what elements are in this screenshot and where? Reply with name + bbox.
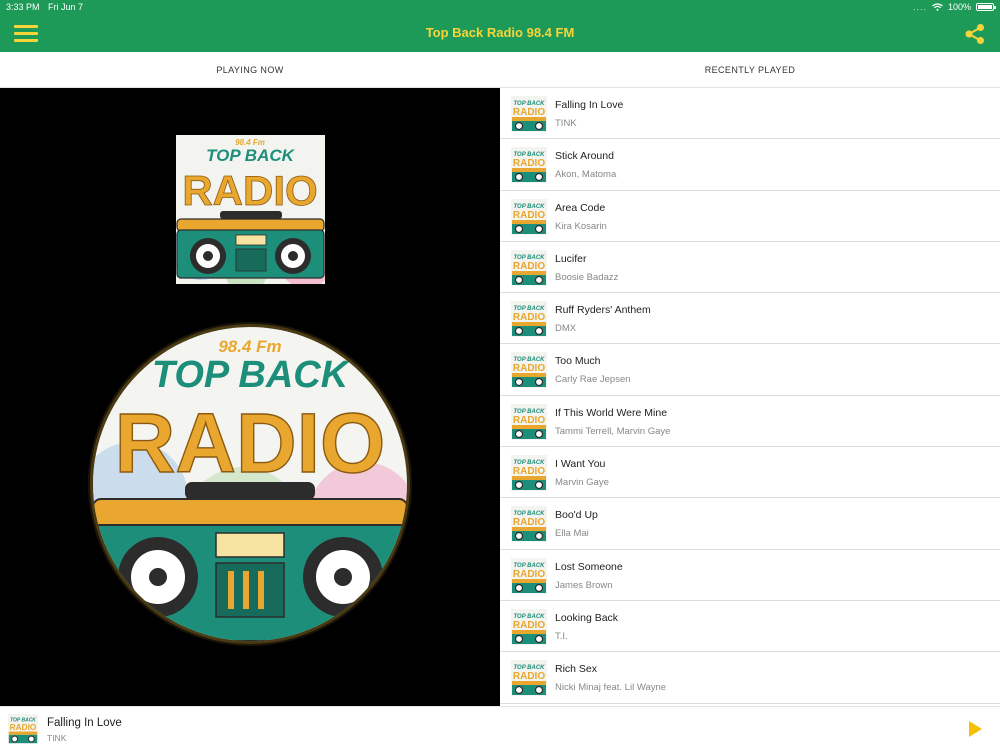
player-artist: TINK <box>47 733 67 743</box>
track-title: Rich Sex <box>555 663 598 676</box>
circle-logo-text-main: RADIO <box>115 396 386 490</box>
track-thumbnail: TOP BACKRADIO <box>511 608 547 645</box>
recently-played-item[interactable]: TOP BACK RADIO Too Much Carly Rae Jepsen <box>500 344 1000 396</box>
wifi-icon <box>932 3 943 11</box>
status-right: .... 100% <box>912 2 996 12</box>
track-thumbnail: TOP BACKRADIO <box>511 506 547 543</box>
svg-text:RADIO: RADIO <box>513 210 545 221</box>
track-artist: DMX <box>555 323 577 335</box>
track-thumbnail: TOP BACKRADIO <box>511 301 547 338</box>
tab-bar: PLAYING NOW RECENTLY PLAYED <box>0 52 1000 88</box>
svg-text:RADIO: RADIO <box>513 363 545 374</box>
track-title: Lucifer <box>555 252 587 265</box>
svg-text:RADIO: RADIO <box>513 415 545 426</box>
svg-text:RADIO: RADIO <box>513 158 545 169</box>
svg-text:RADIO: RADIO <box>513 107 545 118</box>
track-title: Boo'd Up <box>555 509 598 522</box>
share-icon[interactable] <box>964 23 986 45</box>
recently-played-item[interactable]: TOP BACK RADIO Rich Sex Nicki Minaj feat. L… <box>500 652 1000 704</box>
mini-player[interactable]: TOP BACK RADIO Falling In Love TINK <box>0 706 1000 750</box>
track-thumbnail: TOP BACKRADIO <box>511 557 547 594</box>
track-artist: Boosie Badazz <box>555 271 619 283</box>
recently-played-list: TOP BACK RADIO Falling In Love TINK TOP BACK… <box>500 88 1000 706</box>
track-artist: TINK <box>555 118 577 129</box>
svg-text:RADIO: RADIO <box>513 261 545 272</box>
svg-text:RADIO: RADIO <box>513 517 545 528</box>
player-song-title: Falling In Love <box>47 717 122 729</box>
track-thumbnail: TOP BACKRADIO <box>511 249 547 286</box>
status-date: Fri Jun 7 <box>48 2 84 12</box>
track-title: Too Much <box>555 355 601 368</box>
track-artist: Nicki Minaj feat. Lil Wayne <box>555 682 667 694</box>
svg-text:RADIO: RADIO <box>10 722 37 732</box>
track-title: Ruff Ryders' Anthem <box>555 304 651 317</box>
album-art-circle: 98.4 Fm TOP BACK RADIO <box>90 324 410 644</box>
track-thumbnail: TOP BACKRADIO <box>511 660 547 697</box>
logo-text-main: RADIO <box>182 167 317 214</box>
recently-played-item[interactable]: TOP BACK RADIO If This World Were Mine Tamm… <box>500 396 1000 448</box>
track-title: Falling In Love <box>555 99 624 111</box>
playing-now-panel: 98.4 Fm TOP BACK RADIO 98.4 Fm TOP BACK … <box>0 88 500 706</box>
tab-recently-played[interactable]: RECENTLY PLAYED <box>500 52 1000 88</box>
radio-app: 3:33 PM Fri Jun 7 .... 100% Top Back Rad… <box>0 0 1000 750</box>
album-art-square: 98.4 Fm TOP BACK RADIO <box>176 135 325 284</box>
track-title: Stick Around <box>555 150 614 163</box>
recently-played-item[interactable]: TOP BACK RADIO Falling In Love TINK <box>500 88 1000 140</box>
player-thumbnail: TOP BACK RADIO <box>8 714 38 744</box>
track-artist: Kira Kosarin <box>555 220 607 232</box>
track-artist: Akon, Matoma <box>555 169 617 181</box>
track-thumbnail: TOP BACKRADIO <box>511 198 547 235</box>
track-artist: Carly Rae Jepsen <box>555 374 631 386</box>
page-title: Top Back Radio 98.4 FM <box>425 25 575 40</box>
recently-played-item[interactable]: TOP BACK RADIO Ruff Ryders' Anthem DMX <box>500 293 1000 345</box>
track-title: If This World Were Mine <box>555 406 668 419</box>
track-title: Area Code <box>555 201 606 214</box>
status-time: 3:33 PM <box>6 2 40 12</box>
recently-played-item[interactable]: TOP BACK RADIO Lucifer Boosie Badazz <box>500 242 1000 294</box>
recently-played-item[interactable]: TOP BACK RADIO Stick Around Akon, Matoma <box>500 139 1000 191</box>
track-thumbnail: TOP BACKRADIO <box>511 352 547 389</box>
track-thumbnail: TOP BACKRADIO <box>511 96 547 132</box>
app-header: 3:33 PM Fri Jun 7 .... 100% Top Back Rad… <box>0 0 1000 52</box>
album-art-circle-graphic: 98.4 Fm TOP BACK RADIO <box>93 327 407 641</box>
recently-played-item[interactable]: TOP BACK RADIO Area Code Kira Kosarin <box>500 191 1000 242</box>
recently-played-item[interactable]: TOP BACK RADIO Looking Back T.I. <box>500 601 1000 653</box>
track-artist: Tammi Terrell, Marvin Gaye <box>555 425 671 437</box>
recently-played-item[interactable]: TOP BACK RADIO I Want You Marvin Gaye <box>500 447 1000 499</box>
battery-icon <box>976 3 996 11</box>
track-thumbnail: TOP BACKRADIO <box>511 455 547 492</box>
track-artist: James Brown <box>555 579 613 591</box>
track-title: Lost Someone <box>555 560 623 573</box>
svg-text:RADIO: RADIO <box>513 671 545 682</box>
track-artist: Ella Mai <box>555 528 589 540</box>
track-title: I Want You <box>555 458 606 471</box>
svg-text:RADIO: RADIO <box>513 312 545 323</box>
status-bar: 3:33 PM Fri Jun 7 .... 100% <box>0 0 1000 14</box>
play-icon[interactable] <box>966 720 984 738</box>
track-artist: Marvin Gaye <box>555 477 609 489</box>
track-thumbnail: TOP BACKRADIO <box>511 403 547 440</box>
recently-played-item[interactable]: TOP BACK RADIO Boo'd Up Ella Mai <box>500 498 1000 550</box>
battery-percent: 100% <box>947 2 971 12</box>
svg-text:RADIO: RADIO <box>513 569 545 580</box>
track-thumbnail: TOP BACKRADIO <box>511 147 547 184</box>
track-title: Looking Back <box>555 611 619 624</box>
svg-text:RADIO: RADIO <box>513 466 545 477</box>
logo-text-mid: TOP BACK <box>206 146 296 165</box>
recently-played-item[interactable]: TOP BACK RADIO Lost Someone James Brown <box>500 550 1000 601</box>
track-artist: T.I. <box>555 630 568 642</box>
circle-logo-text-mid: TOP BACK <box>152 354 351 396</box>
signal-dots: .... <box>912 2 927 12</box>
svg-text:RADIO: RADIO <box>513 620 545 631</box>
tab-playing-now[interactable]: PLAYING NOW <box>0 52 500 88</box>
